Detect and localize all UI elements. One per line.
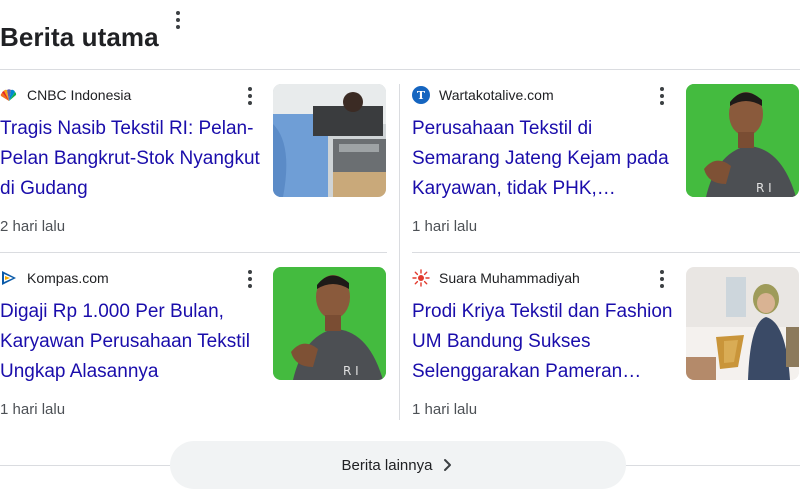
row-divider: [412, 252, 800, 253]
news-card[interactable]: Suara Muhammadiyah Prodi Kriya Tekstil d…: [412, 267, 800, 435]
row-divider: [0, 252, 387, 253]
news-timestamp: 2 hari lalu: [0, 218, 66, 235]
more-news-label: Berita lainnya: [341, 456, 433, 474]
kompas-logo-icon: [0, 269, 18, 287]
cnbc-logo-icon: [0, 86, 18, 104]
news-thumbnail[interactable]: [273, 84, 386, 197]
card-more-options-icon[interactable]: [240, 86, 260, 106]
card-more-options-icon[interactable]: [240, 269, 260, 289]
news-timestamp: 1 hari lalu: [0, 401, 66, 418]
news-source: Suara Muhammadiyah: [412, 267, 580, 289]
source-name: Suara Muhammadiyah: [439, 270, 580, 286]
news-source: T Wartakotalive.com: [412, 84, 554, 106]
card-more-options-icon[interactable]: [652, 86, 672, 106]
svg-text:T: T: [417, 89, 426, 102]
section-header: Berita utama: [0, 18, 159, 56]
source-name: Wartakotalive.com: [439, 87, 554, 103]
news-timestamp: 1 hari lalu: [412, 401, 478, 418]
news-source: CNBC Indonesia: [0, 84, 131, 106]
news-headline-link[interactable]: Digaji Rp 1.000 Per Bulan, Karyawan Peru…: [0, 297, 262, 387]
more-news-button[interactable]: Berita lainnya: [170, 441, 626, 489]
sun-burst-logo-icon: [412, 269, 430, 287]
news-card[interactable]: CNBC Indonesia Tragis Nasib Tekstil RI: …: [0, 84, 390, 252]
news-timestamp: 1 hari lalu: [412, 218, 478, 235]
news-card[interactable]: T Wartakotalive.com Perusahaan Tekstil d…: [412, 84, 800, 252]
svg-text:R I: R I: [756, 181, 772, 195]
section-title: Berita utama: [0, 21, 159, 52]
news-thumbnail[interactable]: R I: [273, 267, 386, 380]
wartakota-logo-icon: T: [412, 86, 430, 104]
chevron-right-icon: [442, 458, 454, 472]
news-thumbnail[interactable]: [686, 267, 799, 380]
card-more-options-icon[interactable]: [652, 269, 672, 289]
column-divider: [399, 84, 400, 420]
news-headline-link[interactable]: Perusahaan Tekstil di Semarang Jateng Ke…: [412, 114, 676, 204]
top-divider: [0, 69, 800, 70]
news-headline-link[interactable]: Prodi Kriya Tekstil dan Fashion UM Bandu…: [412, 297, 676, 387]
section-more-options-icon[interactable]: [168, 10, 188, 30]
news-card[interactable]: Kompas.com Digaji Rp 1.000 Per Bulan, Ka…: [0, 267, 390, 435]
news-headline-link[interactable]: Tragis Nasib Tekstil RI: Pelan-Pelan Ban…: [0, 114, 262, 204]
news-thumbnail[interactable]: R I: [686, 84, 799, 197]
source-name: Kompas.com: [27, 270, 109, 286]
svg-text:R I: R I: [343, 364, 359, 378]
source-name: CNBC Indonesia: [27, 87, 132, 103]
news-source: Kompas.com: [0, 267, 109, 289]
